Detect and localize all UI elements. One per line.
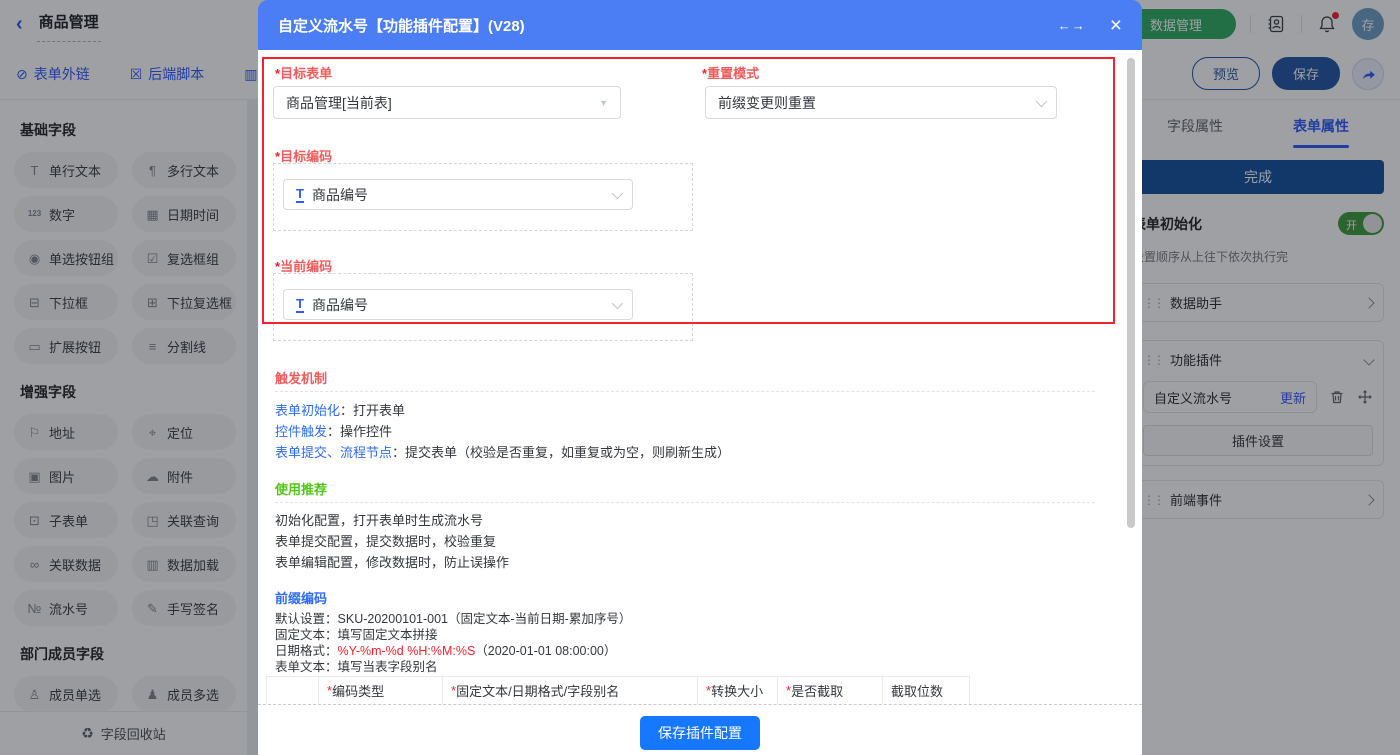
usage-section-title: 使用推荐 — [275, 479, 327, 498]
target-form-label: *目标表单 — [275, 63, 332, 82]
usage-line: 表单提交配置，提交数据时，校验重复 — [275, 531, 496, 550]
divider — [275, 391, 1095, 392]
prefix-section-title: 前缀编码 — [275, 588, 327, 607]
target-form-select[interactable]: 商品管理[当前表] ▼ — [273, 86, 621, 119]
table-header-empty — [266, 676, 318, 704]
table-header-truncate: *是否截取 — [777, 676, 882, 704]
chevron-down-icon — [612, 187, 623, 198]
trigger-line: 表单初始化：打开表单 — [275, 400, 405, 419]
table-header-case-convert: *转换大小 — [697, 676, 777, 704]
text-field-icon: T — [296, 187, 304, 203]
text-field-icon: T — [296, 297, 304, 313]
modal-title: 自定义流水号【功能插件配置】(V28) — [278, 15, 525, 36]
divider — [275, 502, 1095, 503]
modal-body: *目标表单 商品管理[当前表] ▼ *重置模式 前缀变更则重置 *目标编码 T … — [258, 50, 1142, 755]
trigger-line: 表单提交、流程节点：提交表单（校验是否重复，如重复或为空，则刷新生成） — [275, 442, 730, 461]
modal-header: 自定义流水号【功能插件配置】(V28) ←→ × — [258, 0, 1142, 50]
current-code-select[interactable]: T 商品编号 — [283, 289, 633, 320]
trigger-section-title: 触发机制 — [275, 368, 327, 387]
plugin-config-modal: 自定义流水号【功能插件配置】(V28) ←→ × *目标表单 商品管理[当前表]… — [258, 0, 1142, 755]
reset-mode-label: *重置模式 — [702, 63, 759, 82]
caret-down-icon: ▼ — [599, 98, 608, 108]
prefix-line: 表单文本：填写当表字段别名 — [275, 656, 438, 675]
trigger-line: 控件触发：操作控件 — [275, 421, 392, 440]
target-code-select[interactable]: T 商品编号 — [283, 179, 633, 210]
save-plugin-config-button[interactable]: 保存插件配置 — [640, 716, 760, 750]
modal-footer: 保存插件配置 — [258, 710, 1142, 755]
close-icon[interactable]: × — [1110, 15, 1122, 36]
code-segments-table: *编码类型 *固定文本/日期格式/字段别名 *转换大小 *是否截取 截取位数 — [266, 676, 970, 704]
modal-resize-icon[interactable]: ←→ — [1058, 18, 1086, 33]
table-header-fixed-text: *固定文本/日期格式/字段别名 — [442, 676, 697, 704]
usage-line: 表单编辑配置，修改数据时，防止误操作 — [275, 552, 509, 571]
divider — [258, 704, 1142, 705]
chevron-down-icon — [612, 297, 623, 308]
chevron-down-icon — [1036, 95, 1047, 106]
usage-line: 初始化配置，打开表单时生成流水号 — [275, 510, 483, 529]
reset-mode-select[interactable]: 前缀变更则重置 — [705, 86, 1057, 119]
table-header-code-type: *编码类型 — [318, 676, 442, 704]
modal-scrollbar[interactable] — [1127, 58, 1135, 528]
table-header-truncate-length: 截取位数 — [882, 676, 970, 704]
